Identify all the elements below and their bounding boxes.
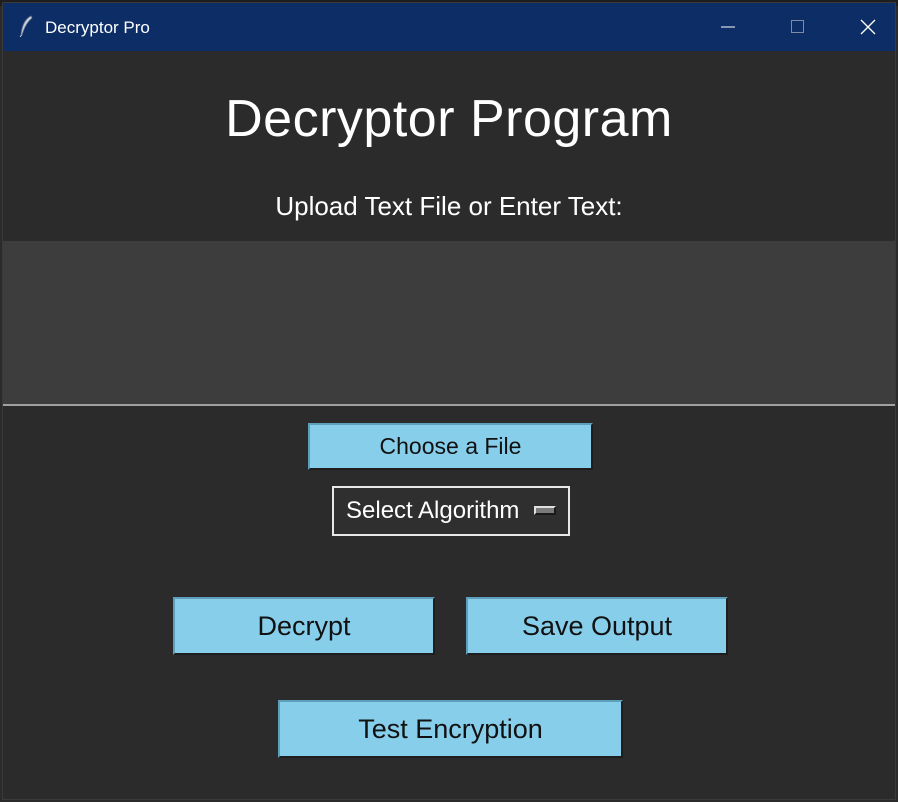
choose-file-button[interactable]: Choose a File [308, 423, 593, 470]
algorithm-select[interactable]: Select Algorithm [332, 486, 570, 536]
title-bar: Decryptor Pro [3, 3, 895, 51]
page-title: Decryptor Program [225, 90, 673, 148]
text-input-area[interactable] [3, 241, 895, 406]
close-button[interactable] [833, 3, 898, 51]
close-icon [860, 19, 876, 35]
minimize-button[interactable] [693, 3, 763, 51]
feather-icon [17, 15, 35, 38]
maximize-icon [790, 19, 806, 35]
window-title: Decryptor Pro [45, 18, 150, 37]
decrypt-button[interactable]: Decrypt [173, 597, 435, 655]
dropdown-indicator-icon [534, 506, 556, 515]
algorithm-select-value: Select Algorithm [346, 497, 520, 524]
instruction-label: Upload Text File or Enter Text: [275, 191, 623, 221]
app-window: Decryptor Pro Decryptor Program Upload T… [2, 2, 896, 800]
maximize-button[interactable] [763, 3, 833, 51]
save-output-button[interactable]: Save Output [466, 597, 728, 655]
minimize-icon [720, 19, 736, 35]
test-encryption-button[interactable]: Test Encryption [278, 700, 623, 758]
